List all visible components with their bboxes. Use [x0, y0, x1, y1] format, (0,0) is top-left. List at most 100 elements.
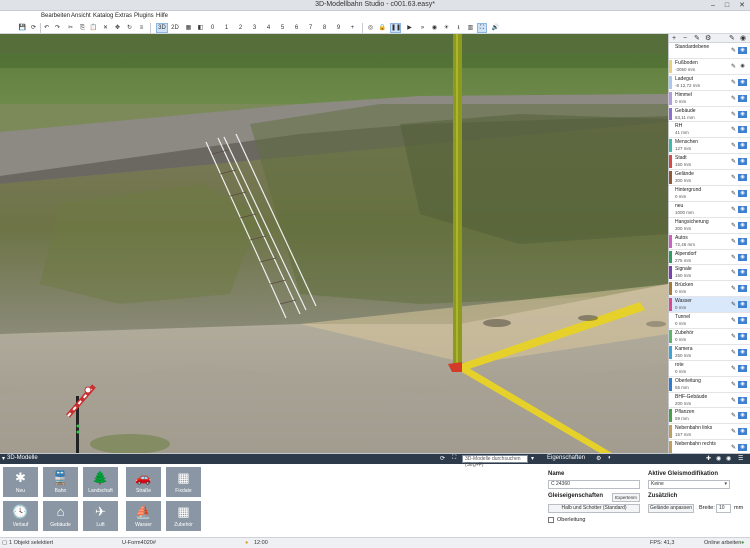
refresh-catalog-icon[interactable]: ⟳ [440, 455, 445, 462]
name-field[interactable]: C 24360 [548, 480, 640, 489]
pencil-icon[interactable]: ✎ [731, 285, 736, 292]
target-icon[interactable]: ◎ [366, 23, 375, 33]
expand-icon[interactable]: ⛶ [452, 455, 456, 462]
layer-item[interactable]: Standardebene ✎ ◉ [669, 43, 750, 59]
eye-icon[interactable]: ◉ [738, 428, 747, 436]
refresh-icon[interactable]: ⟳ [29, 23, 38, 33]
tile-zubehoer[interactable]: ▦ Zubehör [165, 500, 202, 532]
cam-preset-0[interactable]: 0 [208, 23, 217, 33]
layer-item[interactable]: neu 1000 mm ✎ ◉ [669, 202, 750, 218]
eye-icon[interactable]: ◉ [738, 158, 747, 166]
view-2d-button[interactable]: 2D [170, 23, 180, 33]
pencil-icon[interactable]: ✎ [731, 381, 736, 388]
menu-hilfe[interactable]: Hilfe [156, 13, 168, 19]
pencil-icon[interactable]: ✎ [731, 126, 736, 133]
eye-icon[interactable]: ◉ [738, 412, 747, 420]
cam-preset-7[interactable]: 7 [306, 23, 315, 33]
width-field[interactable]: 10 [716, 504, 731, 513]
pause-button[interactable]: ❚❚ [390, 23, 401, 33]
tile-wasser[interactable]: ⛵ Wasser [125, 500, 162, 532]
sound-icon[interactable]: 🔊 [491, 23, 500, 33]
eye-icon[interactable]: ◉ [738, 317, 747, 325]
eye-icon[interactable]: ◉ [738, 142, 747, 150]
rotate-icon[interactable]: ↻ [125, 23, 134, 33]
play-icon[interactable]: ▶ [405, 23, 414, 33]
pencil-icon[interactable]: ✎ [731, 301, 736, 308]
redo-icon[interactable]: ↷ [53, 23, 62, 33]
tile-neu[interactable]: ✱ Neu [2, 466, 39, 498]
cam-preset-4[interactable]: 4 [264, 23, 273, 33]
cam-preset-6[interactable]: 6 [292, 23, 301, 33]
pencil-icon[interactable]: ✎ [731, 444, 736, 451]
cam-preset-3[interactable]: 3 [250, 23, 259, 33]
layer-item[interactable]: rote 0 mm ✎ ◉ [669, 361, 750, 377]
layer-item[interactable]: Tunnel 0 mm ✎ ◉ [669, 313, 750, 330]
cut-icon[interactable]: ✂ [66, 23, 75, 33]
pencil-icon[interactable]: ✎ [731, 333, 736, 340]
menu-plugins[interactable]: Plugins [134, 13, 154, 19]
layer-item[interactable]: Alpendorf 275 mm ✎ ◉ [669, 250, 750, 266]
remove-layer-icon[interactable]: − [683, 34, 687, 43]
ballast-button[interactable]: Halb und Schotter (Standard) [548, 504, 640, 513]
eye-icon[interactable]: ◉ [738, 63, 747, 70]
layer-item[interactable]: Himmel 0 mm ✎ ◉ [669, 91, 750, 107]
eye-icon[interactable]: ◉ [738, 205, 747, 213]
visibility-icon[interactable]: ◉ [716, 455, 721, 462]
eye-icon[interactable]: ◉ [738, 301, 747, 309]
pencil-icon[interactable]: ✎ [731, 365, 736, 372]
grid-icon[interactable]: ▦ [184, 23, 193, 33]
menu-extras[interactable]: Extras [115, 13, 132, 19]
fast-forward-icon[interactable]: » [418, 23, 427, 33]
collapse-icon[interactable]: ▾ [2, 455, 5, 462]
eye-icon[interactable]: ◉ [738, 190, 747, 198]
tile-gebaeude[interactable]: ⌂ Gebäude [42, 500, 79, 532]
pencil-icon[interactable]: ✎ [731, 47, 736, 54]
models-search-input[interactable]: 3D-Modelle durchsuchen (Strg+F) [462, 455, 528, 468]
cam-preset-2[interactable]: 2 [236, 23, 245, 33]
pencil-icon[interactable]: ✎ [731, 158, 736, 165]
light-icon[interactable]: ☀ [442, 23, 451, 33]
paste-icon[interactable]: 📋 [89, 23, 98, 33]
layer-item[interactable]: Signale 150 mm ✎ ◉ [669, 265, 750, 282]
pencil-icon[interactable]: ✎ [731, 95, 736, 102]
add-icon[interactable]: + [348, 23, 357, 33]
layer-item[interactable]: Fußboden -3050 mm ✎ ◉ [669, 59, 750, 75]
cam-preset-1[interactable]: 1 [222, 23, 231, 33]
menu-bearbeiten[interactable]: Bearbeiten [41, 13, 70, 19]
layer-item[interactable]: Menschen 127 mm ✎ ◉ [669, 138, 750, 155]
maximize-icon[interactable]: □ [720, 0, 734, 11]
3d-viewport[interactable] [0, 34, 668, 453]
eye-icon[interactable]: ◉ [726, 455, 731, 462]
pencil-icon[interactable]: ✎ [731, 317, 736, 324]
eye-icon[interactable]: ◉ [738, 78, 747, 86]
pencil-icon[interactable]: ✎ [731, 111, 736, 118]
layer-item[interactable]: Gelände 300 mm ✎ ◉ [669, 170, 750, 187]
tile-luft[interactable]: ✈ Luft [82, 500, 119, 532]
pencil-icon[interactable]: ✎ [731, 79, 736, 86]
eye-icon[interactable]: ◉ [738, 333, 747, 341]
eye-icon[interactable]: ◉ [738, 364, 747, 372]
layer-item[interactable]: Pflanzen 59 mm ✎ ◉ [669, 408, 750, 425]
eye-icon[interactable]: ◉ [738, 444, 747, 452]
close-icon[interactable]: ✕ [735, 0, 749, 11]
cam-preset-8[interactable]: 8 [320, 23, 329, 33]
layer-item[interactable]: Nebenbahn links 157 mm ✎ ◉ [669, 424, 750, 441]
overhead-checkbox[interactable] [548, 517, 554, 523]
view-3d-button[interactable]: 3D [156, 23, 168, 33]
layer-item[interactable]: Wasser 0 mm ✎ ◉ [669, 297, 750, 314]
pencil-icon[interactable]: ✎ [731, 412, 736, 419]
edit-layer-icon[interactable]: ✎ [694, 34, 700, 43]
cam-preset-5[interactable]: 5 [278, 23, 287, 33]
pencil-icon[interactable]: ✎ [731, 428, 736, 435]
menu-icon[interactable]: ☰ [738, 455, 743, 462]
minimize-icon[interactable]: – [706, 0, 720, 11]
layers-icon[interactable]: ◧ [196, 23, 205, 33]
tile-verlauf[interactable]: 🕓 Verlauf [2, 500, 39, 532]
layer-item[interactable]: RH 41 mm ✎ ◉ [669, 122, 750, 139]
eye-icon[interactable]: ◉ [738, 285, 747, 293]
eye-icon[interactable]: ◉ [738, 269, 747, 277]
eye-icon[interactable]: ◉ [738, 348, 747, 356]
eye-icon[interactable]: ◉ [738, 237, 747, 245]
layer-item[interactable]: Stadt 150 mm ✎ ◉ [669, 154, 750, 171]
pencil-icon[interactable]: ✎ [731, 206, 736, 213]
